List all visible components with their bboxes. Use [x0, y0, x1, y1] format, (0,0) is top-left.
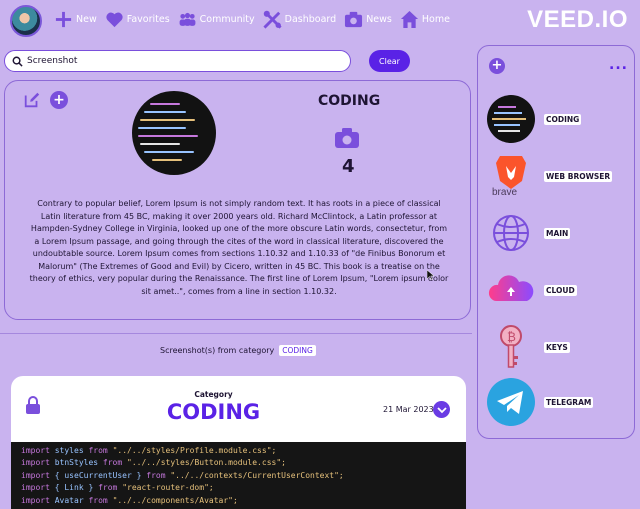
code-token: import — [21, 470, 50, 480]
nav-label: Dashboard — [284, 14, 337, 25]
brave-wordmark: brave — [492, 187, 518, 198]
code-token: import — [21, 446, 50, 455]
category-sidebar: + ... CODING brave WEB BROWSER MAIN CLOU… — [477, 45, 635, 439]
more-options-icon[interactable]: ... — [609, 58, 628, 72]
add-category-button[interactable]: + — [489, 58, 505, 74]
divider — [0, 333, 472, 334]
main-nav: New Favorites Community Dashboard News H… — [54, 10, 450, 29]
code-token: { Link } — [54, 483, 94, 493]
search-icon — [12, 56, 23, 67]
key-icon: ₿ — [486, 322, 536, 372]
nav-label: Home — [421, 14, 450, 25]
code-line: import { useCurrentUser } from "../../co… — [21, 470, 456, 482]
edit-icon[interactable] — [23, 91, 41, 109]
sidebar-item-telegram[interactable]: TELEGRAM — [486, 377, 626, 427]
watermark: VEED.IO — [527, 6, 628, 33]
code-token: from — [88, 495, 108, 505]
people-icon — [179, 12, 196, 26]
plus-icon — [55, 11, 72, 28]
screenshot-count: 4 — [342, 156, 355, 177]
nav-item-new[interactable]: New — [54, 10, 97, 29]
clear-button[interactable]: Clear — [369, 50, 410, 72]
top-navbar: New Favorites Community Dashboard News H… — [0, 0, 640, 44]
tools-icon — [263, 10, 282, 29]
screenshots-heading: Screenshot(s) from category CODING — [160, 345, 316, 356]
code-token: import — [21, 483, 50, 493]
sidebar-item-coding[interactable]: CODING — [486, 94, 626, 144]
search-bar[interactable] — [4, 50, 351, 72]
nav-item-community[interactable]: Community — [178, 10, 255, 29]
category-title: CODING — [318, 93, 381, 109]
sidebar-item-cloud[interactable]: CLOUD — [486, 265, 626, 315]
category-tag[interactable]: CODING — [279, 345, 316, 356]
code-token: styles — [54, 446, 84, 455]
code-token: Avatar — [54, 495, 84, 505]
category-label: Category — [194, 390, 233, 399]
code-screenshot: import styles from "../../styles/Profile… — [11, 442, 466, 509]
avatar[interactable] — [10, 5, 42, 37]
code-token: "../../contexts/CurrentUserContext"; — [170, 470, 344, 480]
cloud-icon — [486, 265, 536, 315]
screenshot-card: Category CODING 21 Mar 2023 import style… — [11, 376, 466, 509]
sidebar-item-label: CLOUD — [544, 284, 577, 296]
code-token: from — [98, 483, 118, 493]
coding-thumbnail — [486, 94, 536, 144]
code-line: import btnStyles from "../../styles/Butt… — [21, 457, 456, 469]
nav-item-dashboard[interactable]: Dashboard — [263, 10, 337, 29]
code-token: from — [102, 458, 123, 468]
expand-button[interactable] — [433, 401, 450, 418]
nav-label: Favorites — [126, 14, 170, 25]
sidebar-item-label: KEYS — [544, 341, 570, 353]
svg-text:₿: ₿ — [507, 330, 516, 344]
code-token: btnStyles — [54, 458, 99, 468]
nav-item-news[interactable]: News — [344, 10, 392, 29]
sidebar-item-web-browser[interactable]: brave WEB BROWSER — [486, 151, 626, 201]
sidebar-item-label: CODING — [544, 113, 582, 125]
globe-icon — [486, 208, 536, 258]
code-line: import styles from "../../styles/Profile… — [21, 445, 456, 457]
camera-icon — [345, 11, 363, 28]
card-category-title: CODING — [166, 400, 261, 424]
nav-item-home[interactable]: Home — [400, 10, 450, 29]
code-token: from — [88, 446, 108, 455]
code-token: "../../styles/Button.module.css"; — [127, 458, 286, 468]
code-token: "react-router-dom"; — [122, 483, 214, 493]
code-token: from — [146, 470, 166, 480]
category-detail-card: + CODING 4 Contrary to popular belief, L… — [4, 80, 471, 320]
sidebar-item-label: TELEGRAM — [544, 396, 594, 408]
card-date: 21 Mar 2023 — [383, 405, 434, 414]
heart-icon — [106, 12, 123, 28]
search-input[interactable] — [27, 56, 337, 66]
category-description: Contrary to popular belief, Lorem Ipsum … — [29, 199, 449, 296]
add-button[interactable]: + — [50, 91, 68, 109]
nav-label: New — [76, 14, 97, 25]
telegram-icon — [486, 377, 536, 427]
code-token: import — [21, 495, 50, 505]
code-token: import — [21, 458, 50, 468]
code-token: "../../components/Avatar"; — [112, 495, 238, 505]
brave-logo-icon: brave — [486, 151, 536, 201]
chevron-down-icon — [436, 406, 447, 413]
mouse-cursor-icon — [427, 270, 435, 280]
sidebar-item-label: WEB BROWSER — [544, 170, 613, 182]
sidebar-item-main[interactable]: MAIN — [486, 208, 626, 258]
nav-label: News — [366, 14, 392, 25]
nav-item-favorites[interactable]: Favorites — [105, 10, 170, 29]
camera-icon — [335, 128, 359, 148]
nav-label: Community — [199, 14, 255, 25]
screenshots-label: Screenshot(s) from category — [160, 346, 275, 355]
code-token: { useCurrentUser } — [54, 470, 142, 480]
category-image — [132, 91, 216, 175]
code-token: "../../styles/Profile.module.css"; — [112, 446, 277, 455]
plus-icon: + — [489, 58, 505, 74]
code-line: import { Link } from "react-router-dom"; — [21, 482, 456, 494]
sidebar-item-keys[interactable]: ₿ KEYS — [486, 322, 626, 372]
sidebar-item-label: MAIN — [544, 227, 571, 239]
plus-icon: + — [50, 91, 68, 109]
code-line: import Avatar from "../../components/Ava… — [21, 495, 456, 507]
home-icon — [400, 10, 418, 29]
